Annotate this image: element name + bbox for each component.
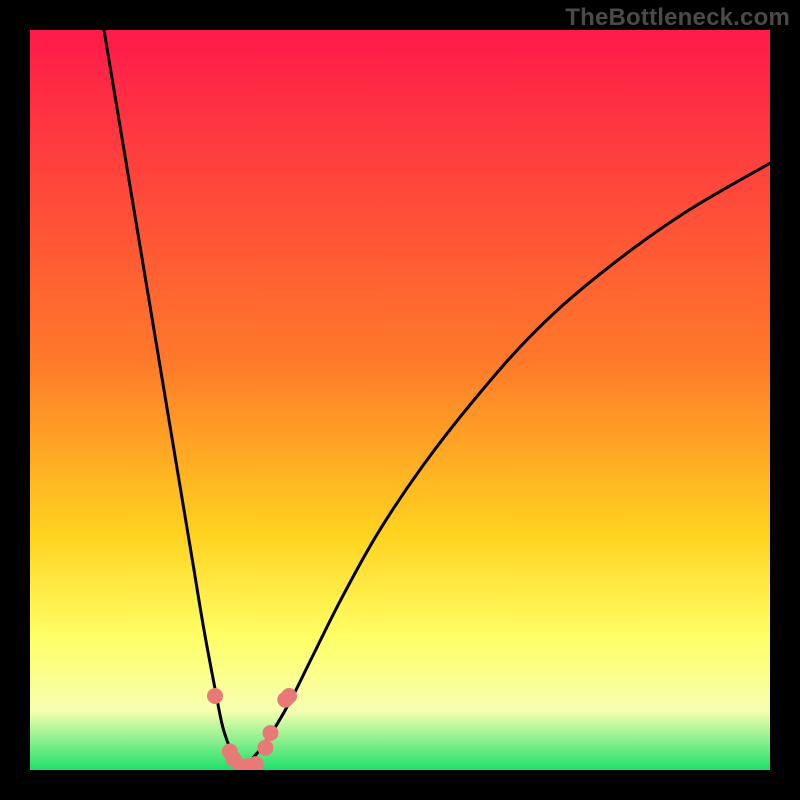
data-point-marker: [281, 688, 297, 704]
data-point-marker: [263, 725, 279, 741]
data-point-marker: [207, 688, 223, 704]
data-point-marker: [257, 740, 273, 756]
watermark-text: TheBottleneck.com: [565, 4, 790, 32]
bottleneck-curve-chart: [30, 30, 770, 770]
gradient-background: [30, 30, 770, 770]
chart-plot-area: [30, 30, 770, 770]
outer-frame: TheBottleneck.com: [0, 0, 800, 800]
